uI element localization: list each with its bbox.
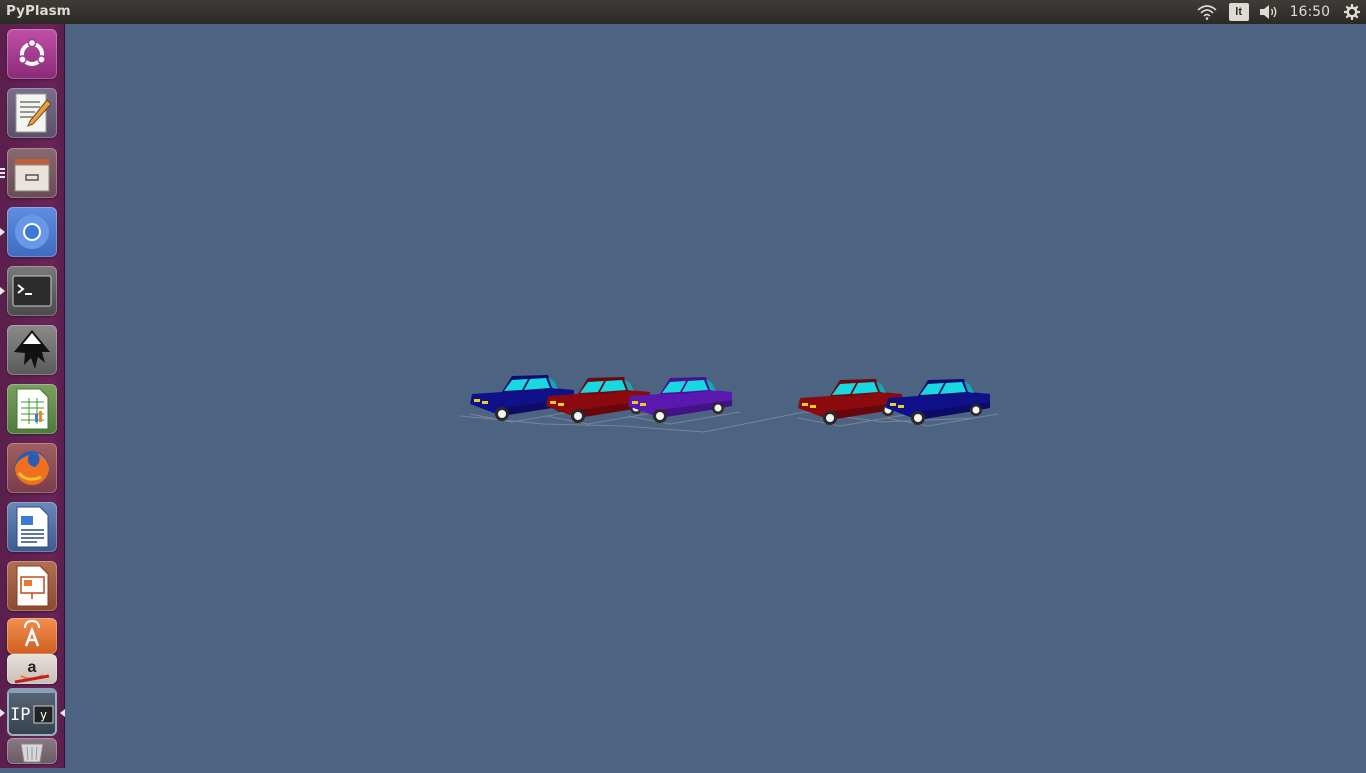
wifi-icon[interactable]	[1190, 0, 1224, 24]
launcher-item-terminal[interactable]	[7, 266, 57, 316]
launcher-item-amazon[interactable]: a	[7, 654, 57, 684]
impress-icon	[16, 565, 49, 607]
trash-icon	[20, 743, 44, 763]
clock[interactable]: 16:50	[1284, 4, 1338, 20]
launcher-item-libreoffice-calc[interactable]	[7, 384, 57, 434]
launcher-item-libreoffice-impress[interactable]	[7, 561, 57, 611]
keyboard-layout-indicator[interactable]: lt	[1224, 0, 1254, 24]
svg-text:a: a	[28, 659, 37, 676]
firefox-icon	[15, 451, 49, 485]
top-panel: PyPlasm lt 16:50	[0, 0, 1366, 24]
running-indicator-chromium	[0, 228, 5, 236]
running-indicator-files	[0, 168, 5, 180]
launcher: a IP y	[0, 24, 65, 768]
launcher-item-ipython[interactable]: IP y	[7, 688, 57, 736]
launcher-item-inkscape[interactable]	[7, 325, 57, 375]
launcher-item-trash[interactable]	[7, 738, 57, 764]
running-indicator-terminal	[0, 287, 5, 295]
spreadsheet-icon	[16, 388, 49, 430]
car-3	[627, 376, 741, 425]
pyplasm-viewport[interactable]	[64, 24, 1366, 768]
svg-text:y: y	[40, 708, 47, 722]
ubuntu-logo-icon	[18, 38, 46, 66]
launcher-item-files[interactable]	[7, 148, 57, 198]
svg-text:IP: IP	[10, 705, 30, 725]
chromium-icon	[15, 215, 49, 249]
launcher-item-ubuntu-dash[interactable]	[7, 29, 57, 79]
launcher-item-software-center[interactable]	[7, 618, 57, 654]
launcher-item-firefox[interactable]	[7, 443, 57, 493]
files-cabinet-icon	[14, 159, 50, 192]
terminal-icon	[12, 275, 52, 307]
indicator-area: lt 16:50	[1190, 0, 1366, 24]
launcher-item-chromium[interactable]	[7, 207, 57, 257]
writer-icon	[16, 506, 49, 548]
running-indicator-ipython	[0, 709, 5, 717]
amazon-icon: a	[14, 659, 50, 684]
ipython-icon: IP y	[7, 688, 57, 725]
cars-scene	[459, 374, 999, 433]
launcher-item-libreoffice-writer[interactable]	[7, 502, 57, 552]
shopping-bag-icon	[24, 619, 40, 647]
volume-icon[interactable]	[1254, 0, 1284, 24]
inkscape-icon	[14, 330, 50, 369]
car-5	[885, 378, 999, 427]
text-editor-icon	[15, 93, 52, 133]
gear-icon[interactable]	[1338, 0, 1366, 24]
window-title: PyPlasm	[6, 3, 71, 19]
launcher-item-text-editor[interactable]	[7, 88, 57, 138]
keyboard-layout-label: lt	[1228, 3, 1249, 21]
